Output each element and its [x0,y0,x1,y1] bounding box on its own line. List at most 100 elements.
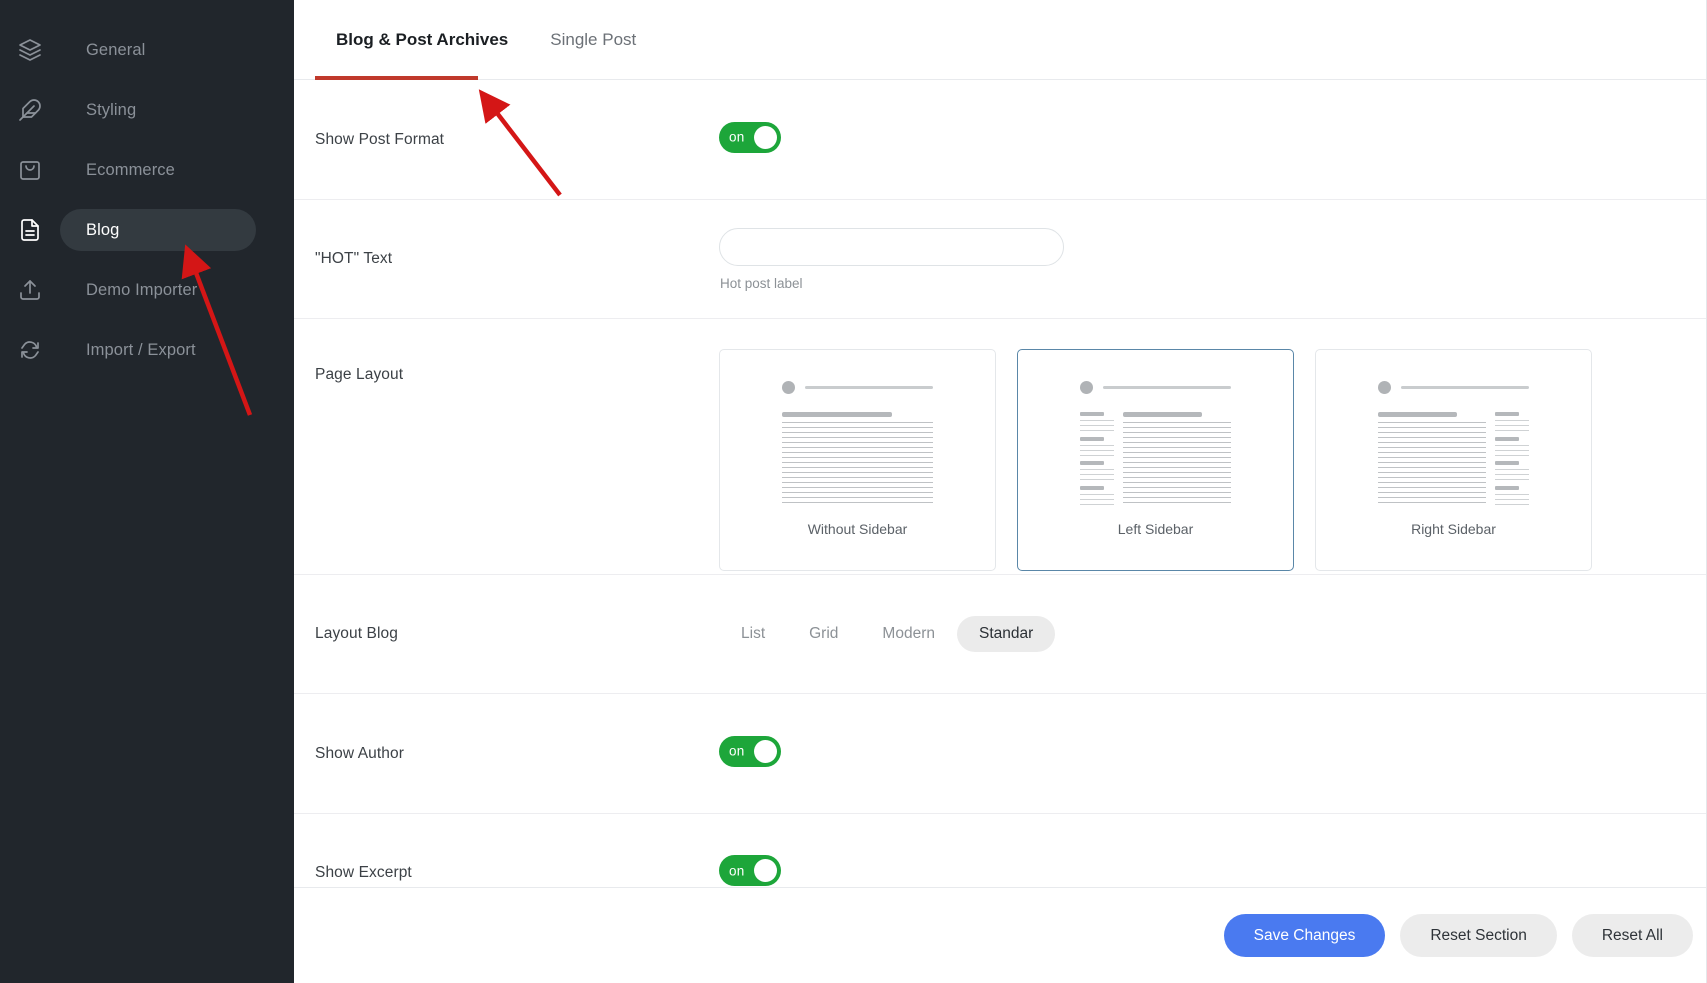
row-field: Hot post label [719,228,1706,291]
feather-pen-icon [0,98,60,122]
tab-bar: Blog & Post Archives Single Post [294,0,1706,80]
row-field: Without Sidebar [719,349,1706,571]
row-field: on [719,855,1706,887]
preview-text-lines [782,422,933,507]
show-author-toggle[interactable]: on [719,736,781,767]
show-excerpt-toggle[interactable]: on [719,855,781,886]
page-layout-caption: Without Sidebar [808,521,908,537]
layout-blog-option-grid[interactable]: Grid [787,616,860,652]
page-layout-option-left-sidebar[interactable]: Left Sidebar [1017,349,1294,571]
preview-content-column [1378,412,1486,507]
toggle-knob [754,126,777,149]
save-changes-button[interactable]: Save Changes [1224,914,1386,957]
sidebar-item-ecommerce[interactable]: Ecommerce [0,149,294,191]
preview-title [782,412,892,417]
preview-widget [1080,412,1114,433]
preview-logo-dot [1080,381,1093,394]
settings-page: General Styling Ecommerce [0,0,1707,983]
row-label: Show Author [315,745,719,763]
annotation-tab-underline [315,76,478,80]
preview-widget [1495,437,1529,458]
row-show-excerpt: Show Excerpt on [294,814,1706,887]
sidebar-item-label: Styling [60,89,162,131]
sidebar: General Styling Ecommerce [0,0,294,983]
sidebar-item-label: General [60,29,171,71]
sidebar-item-general[interactable]: General [0,29,294,71]
preview-logo-dot [1378,381,1391,394]
tab-blog-post-archives[interactable]: Blog & Post Archives [315,0,529,80]
row-hot-text: "HOT" Text Hot post label [294,200,1706,319]
preview-nav-bar [1103,386,1231,389]
sidebar-item-label: Demo Importer [60,269,223,311]
preview-body [1378,412,1529,507]
page-layout-option-right-sidebar[interactable]: Right Sidebar [1315,349,1592,571]
preview-text-lines [1378,422,1486,507]
preview-title [1123,412,1202,417]
page-layout-option-without-sidebar[interactable]: Without Sidebar [719,349,996,571]
preview-sidebar-column [1495,412,1529,507]
row-page-layout: Page Layout [294,319,1706,575]
row-label: Layout Blog [315,625,719,643]
row-show-author: Show Author on [294,694,1706,814]
shopping-bag-icon [0,158,60,182]
preview-widget [1080,437,1114,458]
toggle-knob [754,859,777,882]
row-layout-blog: Layout Blog List Grid Modern Standar [294,575,1706,694]
layout-preview-without-sidebar [782,379,933,507]
layout-blog-segmented-control: List Grid Modern Standar [719,616,1706,652]
row-label: "HOT" Text [315,250,719,268]
toggle-state-label: on [729,744,744,759]
preview-content-column [782,412,933,507]
preview-body [1080,412,1231,507]
show-post-format-toggle[interactable]: on [719,122,781,153]
preview-sidebar-column [1080,412,1114,507]
preview-content-column [1123,412,1231,507]
row-label: Show Post Format [315,131,719,149]
toggle-state-label: on [729,863,744,878]
row-label: Page Layout [315,349,719,384]
preview-widget [1495,412,1529,433]
preview-logo-dot [782,381,795,394]
page-layout-caption: Left Sidebar [1118,521,1194,537]
sidebar-item-label: Ecommerce [60,149,201,191]
reset-section-button[interactable]: Reset Section [1400,914,1557,957]
sidebar-item-label: Import / Export [60,329,222,371]
main-panel: Blog & Post Archives Single Post Show Po… [294,0,1707,983]
sidebar-item-import-export[interactable]: Import / Export [0,329,294,371]
preview-widget [1495,461,1529,482]
refresh-icon [0,338,60,362]
preview-widget [1080,486,1114,507]
layout-blog-option-list[interactable]: List [719,616,787,652]
row-field: on [719,122,1706,158]
row-field: on [719,736,1706,772]
row-label: Show Excerpt [315,864,719,882]
upload-icon [0,278,60,302]
sidebar-item-demo-importer[interactable]: Demo Importer [0,269,294,311]
tab-single-post[interactable]: Single Post [529,0,657,80]
layout-blog-option-modern[interactable]: Modern [860,616,957,652]
sidebar-item-label: Blog [60,209,256,251]
action-bar: Save Changes Reset Section Reset All [294,887,1706,983]
preview-title [1378,412,1457,417]
row-show-post-format: Show Post Format on [294,80,1706,200]
page-layout-options: Without Sidebar [719,349,1706,571]
sidebar-item-blog[interactable]: Blog [0,209,294,251]
preview-header [1378,379,1529,395]
preview-text-lines [1123,422,1231,507]
layout-blog-option-standar[interactable]: Standar [957,616,1055,652]
sidebar-item-styling[interactable]: Styling [0,89,294,131]
settings-rows: Show Post Format on "HOT" Text Hot post … [294,80,1706,887]
hot-text-helper: Hot post label [720,276,1706,291]
hot-text-input[interactable] [719,228,1064,266]
page-layout-caption: Right Sidebar [1411,521,1496,537]
layers-icon [0,38,60,62]
toggle-state-label: on [729,130,744,145]
preview-nav-bar [805,386,933,389]
preview-nav-bar [1401,386,1529,389]
row-field: List Grid Modern Standar [719,616,1706,652]
preview-widget [1080,461,1114,482]
document-icon [0,218,60,242]
layout-preview-left-sidebar [1080,379,1231,507]
toggle-knob [754,740,777,763]
reset-all-button[interactable]: Reset All [1572,914,1693,957]
